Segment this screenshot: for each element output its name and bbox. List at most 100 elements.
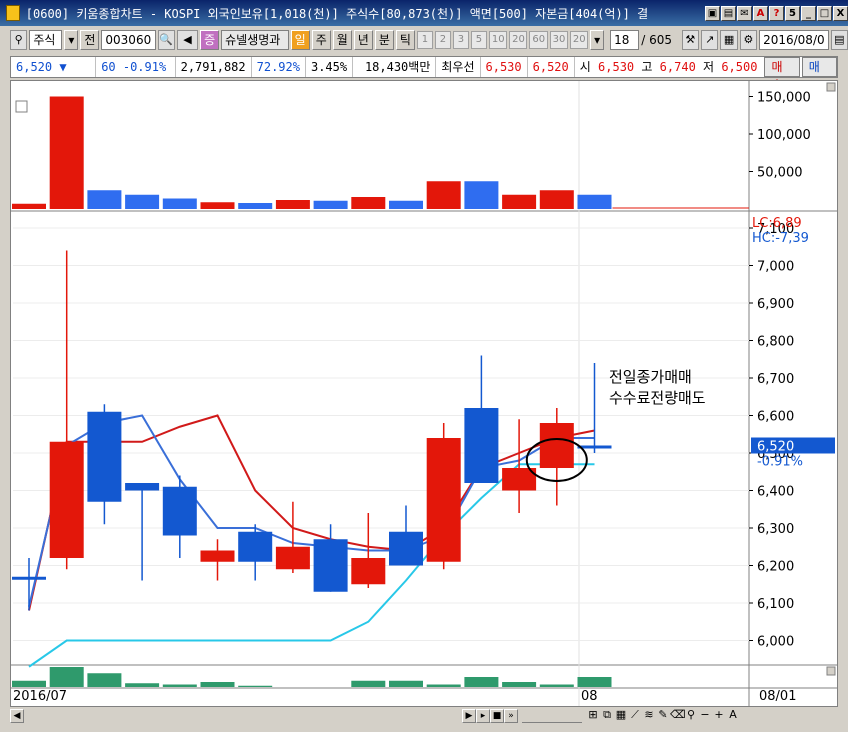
chart-area[interactable]: 150,000 100,000 50,000 7,100 7,000 6,900 6,800… xyxy=(10,80,838,707)
volume-bar xyxy=(389,200,423,209)
play-icon[interactable]: ▶ xyxy=(462,708,476,723)
period-year-button[interactable]: 년 xyxy=(353,30,373,50)
period-week-button[interactable]: 주 xyxy=(311,30,331,50)
bid-price: 6,520 xyxy=(528,57,575,77)
panel-close-icon xyxy=(826,666,836,676)
close-button[interactable]: X xyxy=(833,5,848,21)
grid-icon[interactable]: ▦ xyxy=(614,708,628,723)
price-tick-label: 6,000 xyxy=(757,635,794,650)
search-icon[interactable]: 🔍 xyxy=(157,30,175,50)
magnify-icon[interactable]: ⚲ xyxy=(684,708,698,723)
period-tick-button[interactable]: 틱 xyxy=(395,30,415,50)
text-icon[interactable]: A xyxy=(726,708,740,723)
settings-icon[interactable]: ⚙ xyxy=(739,30,758,50)
next-icon[interactable]: ▸ xyxy=(476,708,490,723)
sound-icon[interactable]: ◀ xyxy=(176,30,199,50)
window-titlebar: [0600] 키움종합차트 - KOSPI 외국인보유[1,018(천)] 주식… xyxy=(0,0,848,26)
speed-slider[interactable] xyxy=(522,709,582,723)
market-dropdown-icon[interactable]: ▾ xyxy=(64,30,79,50)
chart-type-icon[interactable]: ▦ xyxy=(720,30,738,50)
sub-volume-bar xyxy=(200,682,235,687)
volume-bar xyxy=(275,200,310,209)
volume-bar xyxy=(87,190,122,209)
sub-panel xyxy=(12,667,612,687)
zoom-in-icon[interactable]: + xyxy=(712,708,726,723)
scroll-left-icon[interactable]: ◀ xyxy=(10,708,24,723)
display-count-input[interactable]: 18 xyxy=(610,30,640,50)
pin-icon[interactable]: ⚲ xyxy=(10,30,28,50)
print-icon[interactable]: ▤ xyxy=(721,5,736,21)
help-icon[interactable]: ? xyxy=(769,5,784,21)
interval-5[interactable]: 5 xyxy=(470,31,487,49)
volume-bar xyxy=(577,194,612,209)
candle-body xyxy=(539,423,574,468)
volume-ratio: 72.92% xyxy=(252,57,306,77)
minimize-button[interactable]: _ xyxy=(801,5,816,21)
titlebar-icons: ▣ ▤ ✉ A ? 5 _ □ X xyxy=(705,5,848,21)
candle-body xyxy=(125,483,160,491)
current-change-label: -0.91% xyxy=(757,455,803,470)
date-input[interactable]: 2016/08/0 xyxy=(759,30,829,50)
interval-3[interactable]: 3 xyxy=(452,31,469,49)
price-tick-label: 6,600 xyxy=(757,410,794,425)
erase-icon[interactable]: ⌫ xyxy=(670,708,686,723)
candle-body xyxy=(464,408,499,483)
buy-button[interactable]: 매수 xyxy=(764,57,800,92)
interval-custom[interactable]: 20 xyxy=(569,31,589,49)
interval-dropdown-icon[interactable]: ▾ xyxy=(590,30,605,50)
chart-labels: 150,000100,00050,0007,1007,0006,9006,800… xyxy=(13,91,835,704)
ask-price: 6,530 xyxy=(481,57,528,77)
sell-button[interactable]: 매도 xyxy=(801,57,837,92)
draw-icon[interactable]: ✎ xyxy=(656,708,670,723)
period-minute-button[interactable]: 분 xyxy=(374,30,394,50)
fib-icon[interactable]: ≋ xyxy=(642,708,656,723)
scroll-track[interactable] xyxy=(28,709,458,723)
line-tool-icon[interactable]: ⟋ xyxy=(628,708,642,723)
sub-volume-bar xyxy=(464,677,499,687)
all-button[interactable]: 전 xyxy=(80,30,100,50)
open-label: 시 xyxy=(579,60,591,74)
interval-30[interactable]: 30 xyxy=(549,31,568,49)
volume-bar xyxy=(313,200,348,209)
mail-icon[interactable]: ✉ xyxy=(737,5,752,21)
tile-icon[interactable]: ▣ xyxy=(705,5,720,21)
maximize-button[interactable]: □ xyxy=(817,5,832,21)
window-count-button[interactable]: 5 xyxy=(785,5,800,21)
compare-icon[interactable]: ⧉ xyxy=(600,708,614,723)
zoom-out-icon[interactable]: − xyxy=(698,708,712,723)
sub-volume-bar xyxy=(351,680,386,687)
sub-volume-bar xyxy=(87,673,122,687)
stock-code-input[interactable]: 003060 xyxy=(101,30,156,50)
legend-lc: LC:6,89 xyxy=(752,216,802,231)
font-icon[interactable]: A xyxy=(753,5,768,21)
app-icon xyxy=(6,5,20,21)
chart-scrollbar[interactable]: ◀ ▶ ▸ ■ » ⊞ ⧉ ▦ ⟋ ≋ ✎ ⌫ ⚲ − + A xyxy=(10,706,838,724)
volume-bar xyxy=(125,194,160,209)
fast-forward-icon[interactable]: » xyxy=(504,708,518,723)
volume-bar xyxy=(238,203,273,209)
layout-icon[interactable]: ⊞ xyxy=(586,708,600,723)
price-tick-label: 6,400 xyxy=(757,485,794,500)
interval-10[interactable]: 10 xyxy=(488,31,508,49)
calendar-icon[interactable]: ▤ xyxy=(830,30,848,50)
chart-annotation: 수수료전량매도 xyxy=(609,389,706,407)
tool-icon[interactable]: ⚒ xyxy=(681,30,700,50)
candle-body xyxy=(313,539,348,592)
interval-20[interactable]: 20 xyxy=(509,31,528,49)
period-month-button[interactable]: 월 xyxy=(332,30,352,50)
indicator-icon[interactable]: ↗ xyxy=(701,30,719,50)
period-day-button[interactable]: 일 xyxy=(290,30,310,50)
securities-button[interactable]: 증 xyxy=(200,30,220,50)
stop-icon[interactable]: ■ xyxy=(490,708,504,723)
volume-bar xyxy=(464,181,499,209)
chart-toolbar: ⚲ 주식 ▾ 전 003060 🔍 ◀ 증 슈넬생명과 일 주 월 년 분 틱 … xyxy=(0,27,848,53)
volume-value: 2,791,882 xyxy=(176,57,252,77)
interval-60[interactable]: 60 xyxy=(529,31,548,49)
candle-body xyxy=(426,438,461,562)
market-select[interactable]: 주식 xyxy=(29,30,63,50)
sub-volume-bar xyxy=(49,667,84,687)
interval-2[interactable]: 2 xyxy=(434,31,451,49)
interval-1[interactable]: 1 xyxy=(416,31,433,49)
total-count: / 605 xyxy=(641,33,673,47)
volume-panel xyxy=(12,96,753,209)
